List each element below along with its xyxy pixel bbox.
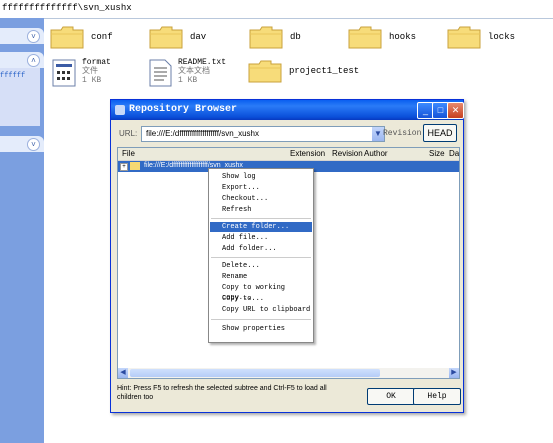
- folder-icon: [248, 60, 282, 83]
- task-pane-details: ffffff: [0, 68, 40, 126]
- menu-separator: [211, 257, 311, 258]
- chevron-up-icon[interactable]: ˄: [27, 54, 40, 67]
- address-path: ffffffffffffff\svn_xushx: [2, 3, 132, 13]
- head-revision-button[interactable]: HEAD: [423, 124, 457, 142]
- folder-icon: [447, 26, 481, 49]
- task-pane-header-2[interactable]: ˄: [0, 52, 44, 68]
- folder-icon: [50, 26, 84, 49]
- close-icon[interactable]: ✕: [447, 102, 464, 119]
- dialog-title: Repository Browser: [129, 104, 238, 115]
- menu-item-label: Delete...: [222, 262, 260, 270]
- menu-item-label: Refresh: [222, 206, 252, 214]
- horizontal-scrollbar[interactable]: ◀ ▶: [118, 368, 459, 378]
- folder-name: db: [290, 32, 301, 42]
- ok-button[interactable]: OK: [367, 388, 415, 405]
- menu-item-checkout[interactable]: Checkout...: [210, 194, 312, 204]
- menu-item-add-file[interactable]: Add file...: [210, 233, 312, 243]
- menu-item-copy-to[interactable]: Copy to...: [210, 294, 312, 304]
- menu-item-label: Rename: [222, 273, 248, 281]
- file-name: format: [82, 58, 111, 67]
- menu-item-label: Add file...: [222, 234, 269, 242]
- column-header: File Extension Revision Author Size Da: [118, 148, 459, 161]
- menu-item-copy-url[interactable]: Copy URL to clipboard: [210, 305, 312, 315]
- menu-separator: [211, 319, 311, 320]
- folder-icon: [130, 162, 140, 170]
- column-extension[interactable]: Extension: [290, 149, 325, 158]
- menu-item-label: Copy to...: [222, 295, 265, 303]
- file-size: 1 KB: [178, 76, 198, 85]
- folder-icon: [149, 26, 183, 49]
- url-combobox[interactable]: file:///E:/dfffffffffffffffffff/svn_xush…: [141, 126, 385, 142]
- app-icon: [115, 105, 125, 115]
- expand-icon[interactable]: +: [120, 163, 128, 171]
- menu-item-label: Export...: [222, 184, 260, 192]
- help-button[interactable]: Help: [413, 388, 461, 405]
- url-value: file:///E:/dfffffffffffffffffff/svn_xush…: [146, 129, 259, 138]
- context-menu: Show log Export... Checkout... Refresh C…: [208, 168, 314, 343]
- menu-item-show-properties[interactable]: Show properties: [210, 324, 312, 334]
- chevron-down-icon[interactable]: ˅: [27, 138, 40, 151]
- menu-item-label: Add folder...: [222, 245, 277, 253]
- menu-item-export[interactable]: Export...: [210, 183, 312, 193]
- menu-item-label: Checkout...: [222, 195, 269, 203]
- file-type: 文件: [82, 67, 98, 76]
- menu-item-add-folder[interactable]: Add folder...: [210, 244, 312, 254]
- menu-separator: [211, 218, 311, 219]
- menu-item-delete[interactable]: Delete...: [210, 261, 312, 271]
- column-author[interactable]: Author: [364, 149, 388, 158]
- menu-item-label: Show log: [222, 173, 256, 181]
- hint-text: Hint: Press F5 to refresh the selected s…: [117, 385, 327, 401]
- column-file[interactable]: File: [122, 149, 135, 158]
- file-size: 1 KB: [82, 76, 102, 85]
- folder-name: project1_test: [289, 66, 360, 76]
- folder-name: dav: [190, 32, 207, 42]
- scroll-left-icon[interactable]: ◀: [118, 368, 128, 378]
- menu-item-copy-to-working-copy[interactable]: Copy to working copy...: [210, 283, 312, 302]
- address-bar[interactable]: ffffffffffffff\svn_xushx: [0, 0, 553, 19]
- folder-icon: [249, 26, 283, 49]
- menu-item-label: Copy URL to clipboard: [222, 306, 311, 314]
- scroll-right-icon[interactable]: ▶: [449, 368, 459, 378]
- column-size[interactable]: Size: [429, 149, 445, 158]
- file-type: 文本文档: [178, 67, 210, 76]
- menu-item-show-log[interactable]: Show log: [210, 172, 312, 182]
- chevron-down-icon[interactable]: ˅: [27, 30, 40, 43]
- file-details: format 文件 1 KB: [82, 58, 111, 85]
- folder-name: locks: [488, 32, 516, 42]
- menu-item-label: Show properties: [222, 325, 286, 333]
- task-pane-header-3[interactable]: ˅: [0, 136, 44, 152]
- column-revision[interactable]: Revision: [332, 149, 363, 158]
- scroll-thumb[interactable]: [130, 369, 380, 377]
- folder-name: conf: [91, 32, 113, 42]
- folder-icon: [348, 26, 382, 49]
- revision-label: Revision:: [383, 129, 427, 138]
- menu-item-create-folder[interactable]: Create folder...: [210, 222, 312, 232]
- file-icon: [52, 59, 76, 87]
- menu-item-refresh[interactable]: Refresh: [210, 205, 312, 215]
- task-pane-text: ffffff: [0, 72, 26, 80]
- menu-item-label: Create folder...: [222, 223, 290, 231]
- task-pane-header-1[interactable]: ˅: [0, 28, 44, 44]
- title-bar[interactable]: Repository Browser _ □ ✕: [111, 100, 464, 120]
- url-label: URL:: [119, 129, 138, 138]
- file-details: README.txt 文本文档 1 KB: [178, 58, 226, 85]
- menu-item-rename[interactable]: Rename: [210, 272, 312, 282]
- task-pane: ˅ ˄ ffffff ˅: [0, 18, 44, 443]
- folder-name: hooks: [389, 32, 417, 42]
- text-file-icon: [149, 59, 172, 87]
- file-name: README.txt: [178, 58, 227, 67]
- column-date[interactable]: Da: [449, 149, 459, 158]
